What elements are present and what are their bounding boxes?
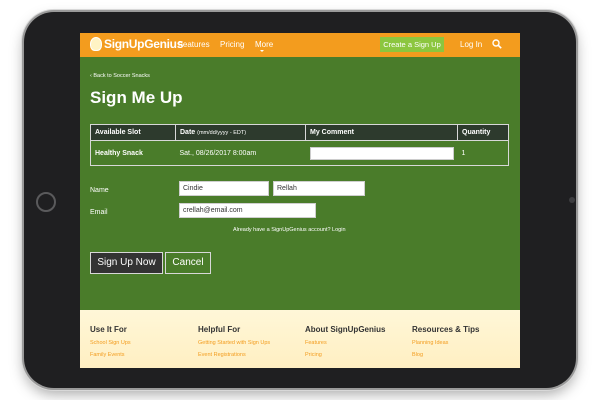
slots-table: Available Slot Date (mm/dd/yyyy - EDT) M… xyxy=(90,124,509,166)
tablet-home-button xyxy=(36,192,56,212)
footer-column: Resources & Tips Planning Ideas Blog xyxy=(412,325,479,358)
footer-link[interactable]: Planning Ideas xyxy=(412,340,479,346)
page-title: Sign Me Up xyxy=(90,88,183,107)
cell-comment xyxy=(305,140,458,166)
footer-link[interactable]: Getting Started with Sign Ups xyxy=(198,340,270,346)
footer-link[interactable]: School Sign Ups xyxy=(90,340,131,346)
header-date-label: Date xyxy=(180,129,196,136)
login-prompt-link[interactable]: Already have a SignUpGenius account? Log… xyxy=(233,227,346,233)
footer-link[interactable]: Blog xyxy=(412,352,479,358)
logo[interactable]: SignUpGenius xyxy=(90,37,183,51)
footer-column: About SignUpGenius Features Pricing xyxy=(305,325,385,358)
nav-link-pricing[interactable]: Pricing xyxy=(220,40,244,49)
nav-link-features[interactable]: Features xyxy=(178,40,210,49)
cell-quantity: 1 xyxy=(457,140,509,166)
footer-link[interactable]: Family Events xyxy=(90,352,131,358)
header-quantity: Quantity xyxy=(457,124,509,141)
footer-heading: Helpful For xyxy=(198,325,241,334)
cell-slot: Healthy Snack xyxy=(90,140,176,166)
header-available-slot: Available Slot xyxy=(90,124,176,141)
login-link[interactable]: Log In xyxy=(460,40,482,49)
tablet-camera xyxy=(569,197,575,203)
footer: Use It For School Sign Ups Family Events… xyxy=(80,310,520,368)
footer-heading: Use It For xyxy=(90,325,127,334)
name-label: Name xyxy=(90,187,109,194)
footer-link[interactable]: Features xyxy=(305,340,385,346)
top-nav: SignUpGenius Features Pricing More Creat… xyxy=(80,33,520,57)
footer-column: Helpful For Getting Started with Sign Up… xyxy=(198,325,270,358)
footer-heading: Resources & Tips xyxy=(412,325,480,334)
comment-input[interactable] xyxy=(309,146,454,160)
chevron-left-icon: ‹ xyxy=(90,73,92,79)
header-date-format: (mm/dd/yyyy - EDT) xyxy=(197,130,247,136)
first-name-input[interactable]: Cindie xyxy=(179,181,269,196)
email-input[interactable]: crellah@email.com xyxy=(179,203,316,218)
table-row: Healthy Snack Sat., 08/26/2017 8:00am 1 xyxy=(90,140,509,166)
search-icon[interactable] xyxy=(492,39,502,49)
last-name-input[interactable]: Rellah xyxy=(273,181,365,196)
chevron-down-icon xyxy=(260,50,264,52)
lightbulb-icon xyxy=(90,37,102,51)
footer-column: Use It For School Sign Ups Family Events xyxy=(90,325,131,358)
email-label: Email xyxy=(90,209,108,216)
cancel-button[interactable]: Cancel xyxy=(165,252,211,274)
footer-link[interactable]: Pricing xyxy=(305,352,385,358)
create-signup-button[interactable]: Create a Sign Up xyxy=(380,37,444,52)
footer-heading: About SignUpGenius xyxy=(305,325,386,334)
nav-link-more[interactable]: More xyxy=(255,40,273,49)
header-comment: My Comment xyxy=(305,124,458,141)
logo-text: SignUpGenius xyxy=(104,37,184,51)
header-date: Date (mm/dd/yyyy - EDT) xyxy=(175,124,306,141)
footer-link[interactable]: Event Registrations xyxy=(198,352,270,358)
signup-now-button[interactable]: Sign Up Now xyxy=(90,252,163,274)
back-link-label: Back to Soccer Snacks xyxy=(93,73,150,79)
back-link[interactable]: ‹ Back to Soccer Snacks xyxy=(90,73,150,79)
browser-screen: SignUpGenius Features Pricing More Creat… xyxy=(80,33,520,368)
cell-date: Sat., 08/26/2017 8:00am xyxy=(175,140,306,166)
